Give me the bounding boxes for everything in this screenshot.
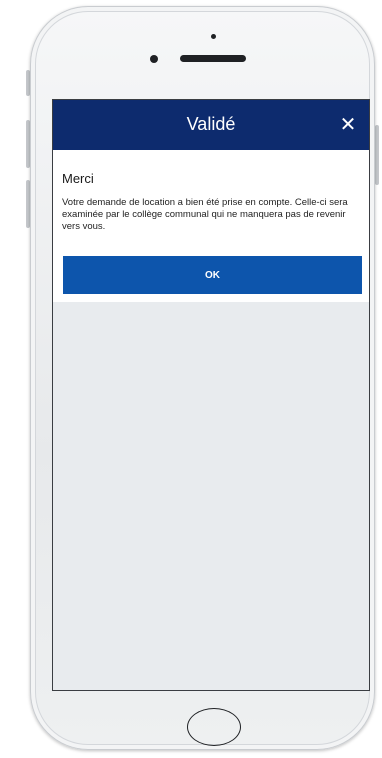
dialog-body: Merci Votre demande de location a bien é… <box>53 150 369 302</box>
phone-screen: Validé ✕ Merci Votre demande de location… <box>52 99 370 691</box>
ok-button[interactable]: OK <box>63 256 362 294</box>
earpiece-speaker <box>180 55 246 62</box>
dialog-heading: Merci <box>62 171 94 186</box>
front-camera <box>150 55 158 63</box>
power-button <box>375 125 379 185</box>
dialog-message: Votre demande de location a bien été pri… <box>62 197 348 232</box>
close-icon[interactable]: ✕ <box>337 113 359 136</box>
proximity-sensor <box>211 34 216 39</box>
dialog-header: Validé ✕ <box>53 100 369 150</box>
home-button[interactable] <box>187 708 241 746</box>
dialog-title: Validé <box>186 114 236 134</box>
